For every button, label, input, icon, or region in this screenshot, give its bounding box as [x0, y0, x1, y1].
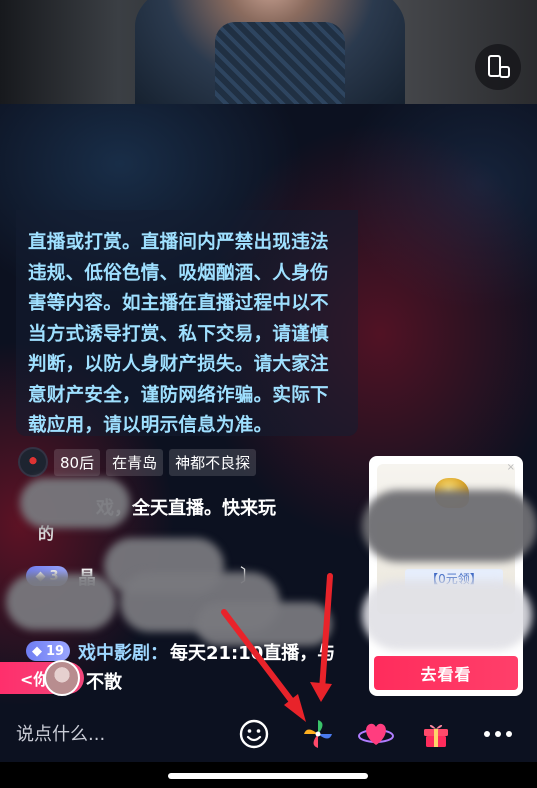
emoji-button[interactable] [234, 714, 274, 754]
more-dots-icon [484, 731, 512, 737]
home-indicator[interactable] [168, 773, 368, 779]
pinwheel-icon [304, 720, 332, 748]
gift-icon [424, 724, 448, 747]
heart-button[interactable] [356, 714, 396, 754]
gift-button[interactable] [416, 714, 456, 754]
smile-icon [239, 719, 269, 749]
bottom-toolbar [0, 706, 537, 762]
annotation-arrow [221, 573, 333, 722]
more-button[interactable] [478, 714, 518, 754]
pinwheel-button[interactable] [298, 714, 338, 754]
comment-input[interactable] [16, 716, 221, 752]
heart-planet-icon [358, 723, 394, 745]
